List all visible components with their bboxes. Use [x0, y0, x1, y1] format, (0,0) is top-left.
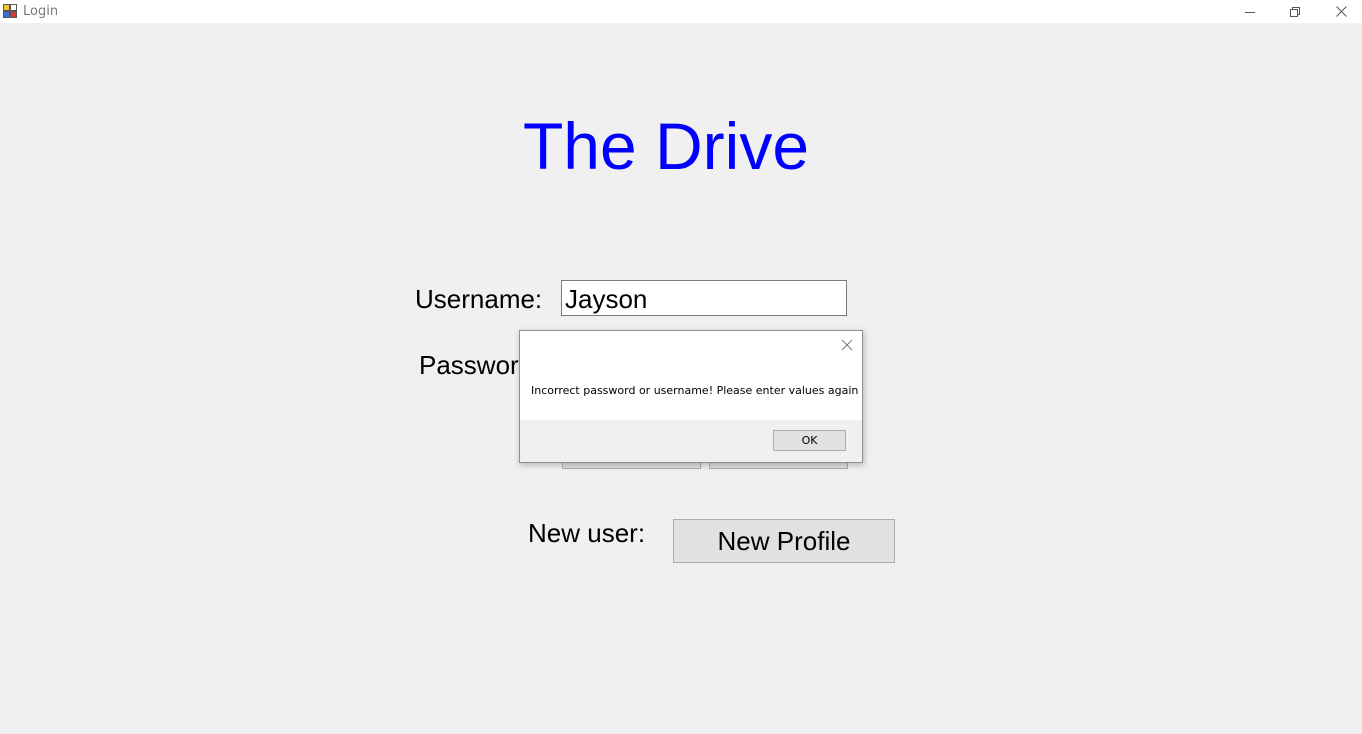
login-window: Login The Drive Username: Jayson Passwor…: [0, 0, 1362, 734]
dialog-footer: OK: [520, 420, 862, 462]
restore-icon: [1290, 6, 1300, 17]
restore-button[interactable]: [1272, 0, 1318, 23]
title-bar: Login: [0, 0, 1362, 23]
new-profile-button[interactable]: New Profile: [673, 519, 895, 563]
app-icon: [3, 4, 17, 18]
new-user-label: New user:: [528, 518, 646, 548]
minimize-button[interactable]: [1227, 0, 1273, 23]
window-title: Login: [23, 4, 59, 19]
dialog-message: Incorrect password or username! Please e…: [531, 384, 859, 397]
app-title: The Drive: [522, 109, 810, 183]
close-icon: [1335, 6, 1347, 17]
close-button[interactable]: [1318, 0, 1362, 23]
error-dialog: Incorrect password or username! Please e…: [519, 330, 863, 463]
username-label: Username:: [415, 284, 543, 314]
dialog-close-icon[interactable]: [840, 338, 854, 352]
password-label: Passwor: [419, 350, 519, 380]
username-input[interactable]: Jayson: [561, 280, 847, 316]
ok-button[interactable]: OK: [773, 430, 846, 451]
minimize-icon: [1245, 11, 1255, 13]
